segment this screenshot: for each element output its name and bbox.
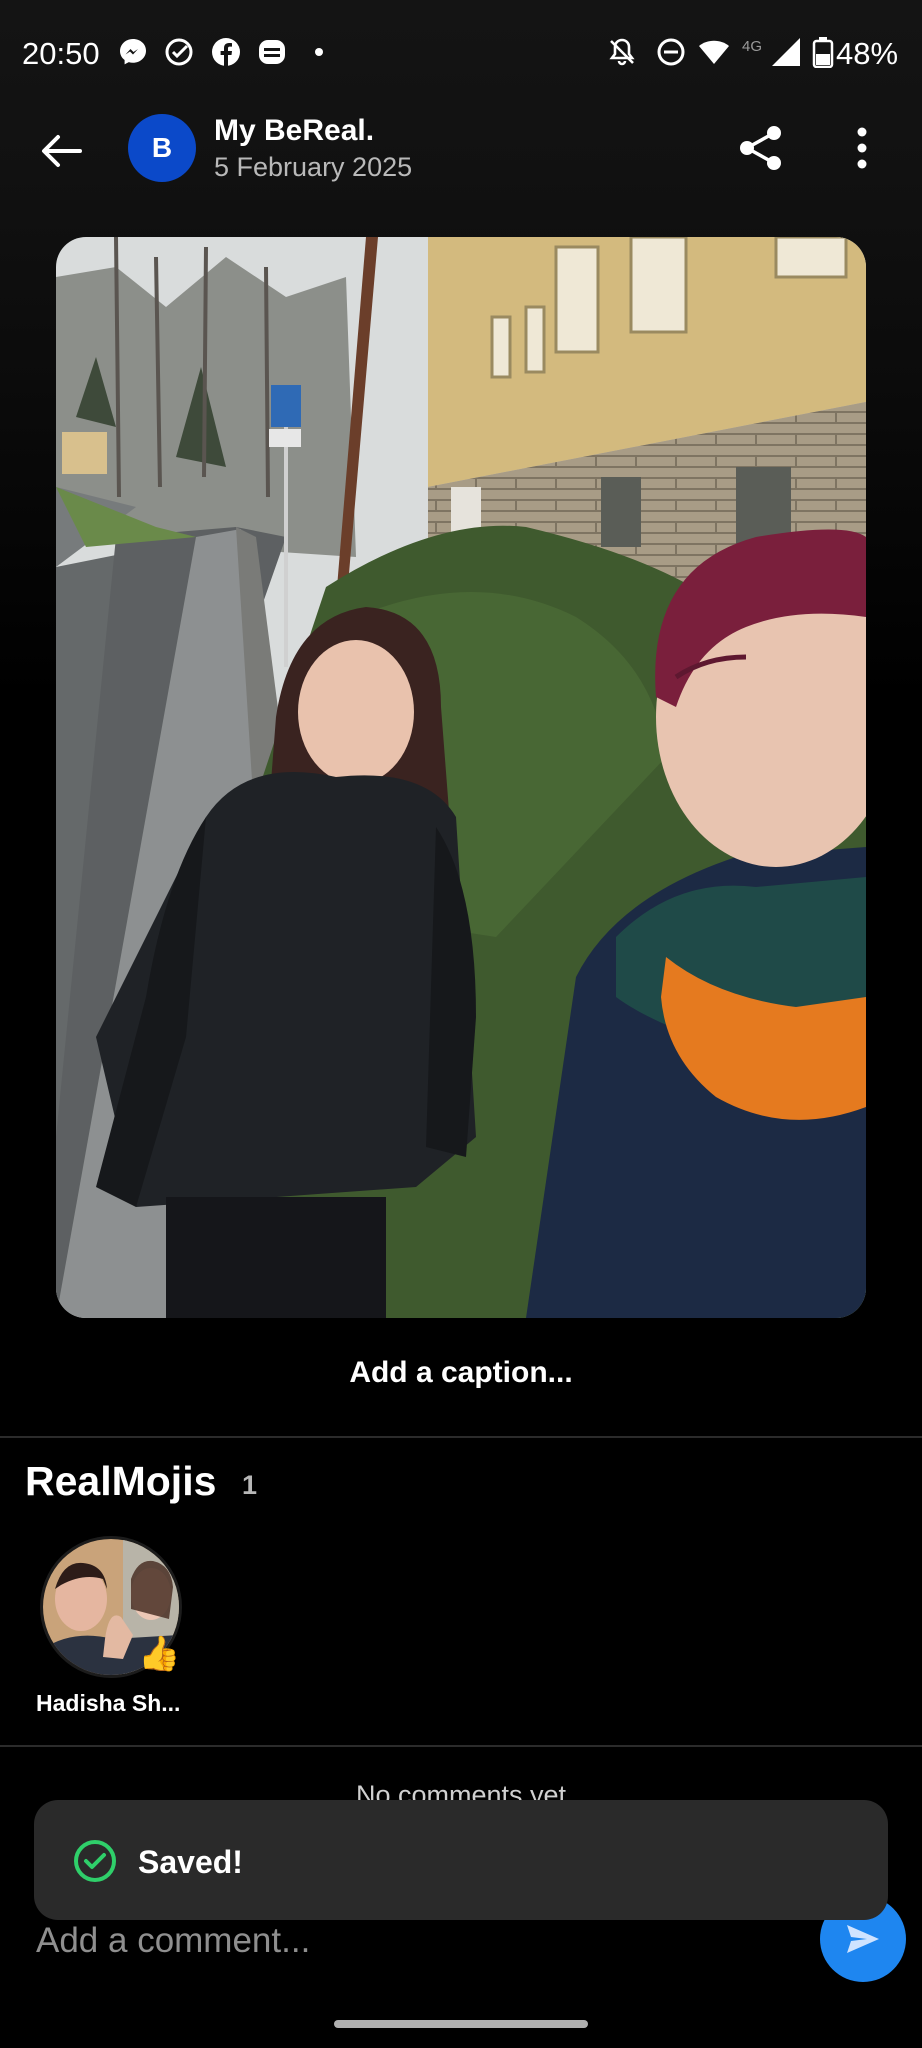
check-circle-icon: [165, 38, 193, 66]
bell-off-icon: [609, 38, 635, 66]
saved-toast: Saved!: [34, 1800, 888, 1920]
facebook-icon: [212, 38, 240, 66]
toast-message: Saved!: [138, 1844, 243, 1880]
bereal-icon: [259, 40, 285, 64]
battery-level: 48%: [836, 36, 899, 71]
status-bar: 20:50 4G 48%: [0, 0, 922, 106]
realmoji-reaction-emoji: 👍: [138, 1635, 181, 1673]
divider: [0, 1436, 922, 1438]
realmojis-title: RealMojis: [25, 1458, 217, 1504]
signal-icon: [772, 38, 800, 66]
dnd-icon: [657, 38, 685, 66]
share-icon[interactable]: [738, 124, 784, 172]
dot-icon: [315, 48, 323, 56]
profile-avatar[interactable]: B: [128, 114, 196, 182]
clock: 20:50: [22, 36, 100, 71]
post-date: 5 February 2025: [214, 152, 413, 182]
check-circle-icon: [74, 1840, 116, 1882]
photo-image: [56, 237, 866, 1318]
more-options-icon[interactable]: [848, 124, 876, 172]
wifi-icon: [699, 40, 729, 64]
divider: [0, 1745, 922, 1747]
battery-icon: [812, 37, 834, 68]
page-title: My BeReal.: [214, 114, 375, 147]
realmoji-username[interactable]: Hadisha Sh...: [36, 1690, 180, 1717]
home-indicator[interactable]: [334, 2020, 588, 2028]
caption-prompt[interactable]: Add a caption...: [0, 1356, 922, 1390]
send-icon: [847, 1925, 879, 1953]
back-arrow-icon[interactable]: [38, 128, 84, 174]
messenger-icon: [120, 39, 146, 65]
network-type: 4G: [742, 38, 763, 55]
bereal-photo[interactable]: [56, 237, 866, 1318]
realmojis-count: 1: [242, 1470, 258, 1500]
